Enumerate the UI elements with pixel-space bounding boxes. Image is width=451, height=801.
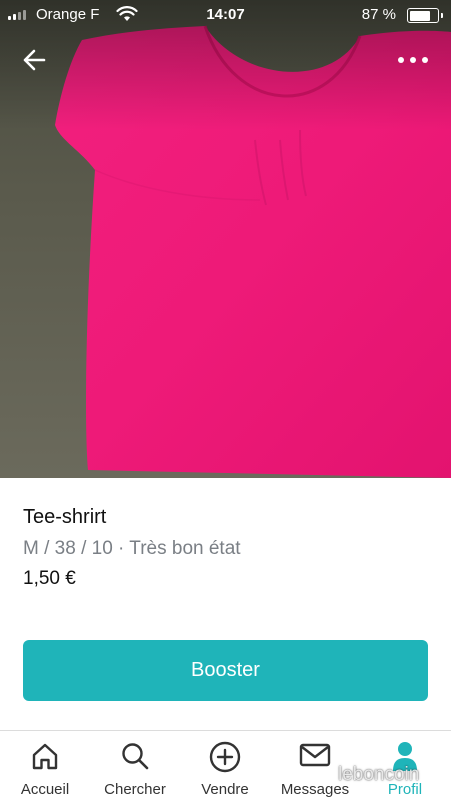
plus-circle-icon [209, 741, 241, 773]
more-options-button[interactable] [393, 44, 433, 76]
tab-accueil[interactable]: Accueil [0, 731, 90, 801]
tab-vendre[interactable]: Vendre [180, 731, 270, 801]
more-horizontal-icon [398, 57, 428, 63]
home-icon [32, 743, 58, 770]
watermark-logo: leboncoin [338, 764, 420, 785]
mail-icon [299, 743, 331, 767]
status-bar: Orange F 14:07 87 % [0, 0, 451, 30]
back-button[interactable] [18, 44, 50, 76]
listing-details: M / 38 / 10 · Très bon état [23, 538, 241, 559]
listing-title: Tee-shrirt [23, 506, 107, 528]
listing-price: 1,50 € [23, 568, 76, 589]
tab-chercher[interactable]: Chercher [90, 731, 180, 801]
battery-icon [407, 8, 443, 23]
search-icon [122, 743, 149, 770]
booster-button[interactable]: Booster [23, 640, 428, 701]
arrow-left-icon [23, 49, 46, 71]
product-photo[interactable] [0, 0, 451, 478]
battery-percent: 87 % [361, 6, 396, 23]
